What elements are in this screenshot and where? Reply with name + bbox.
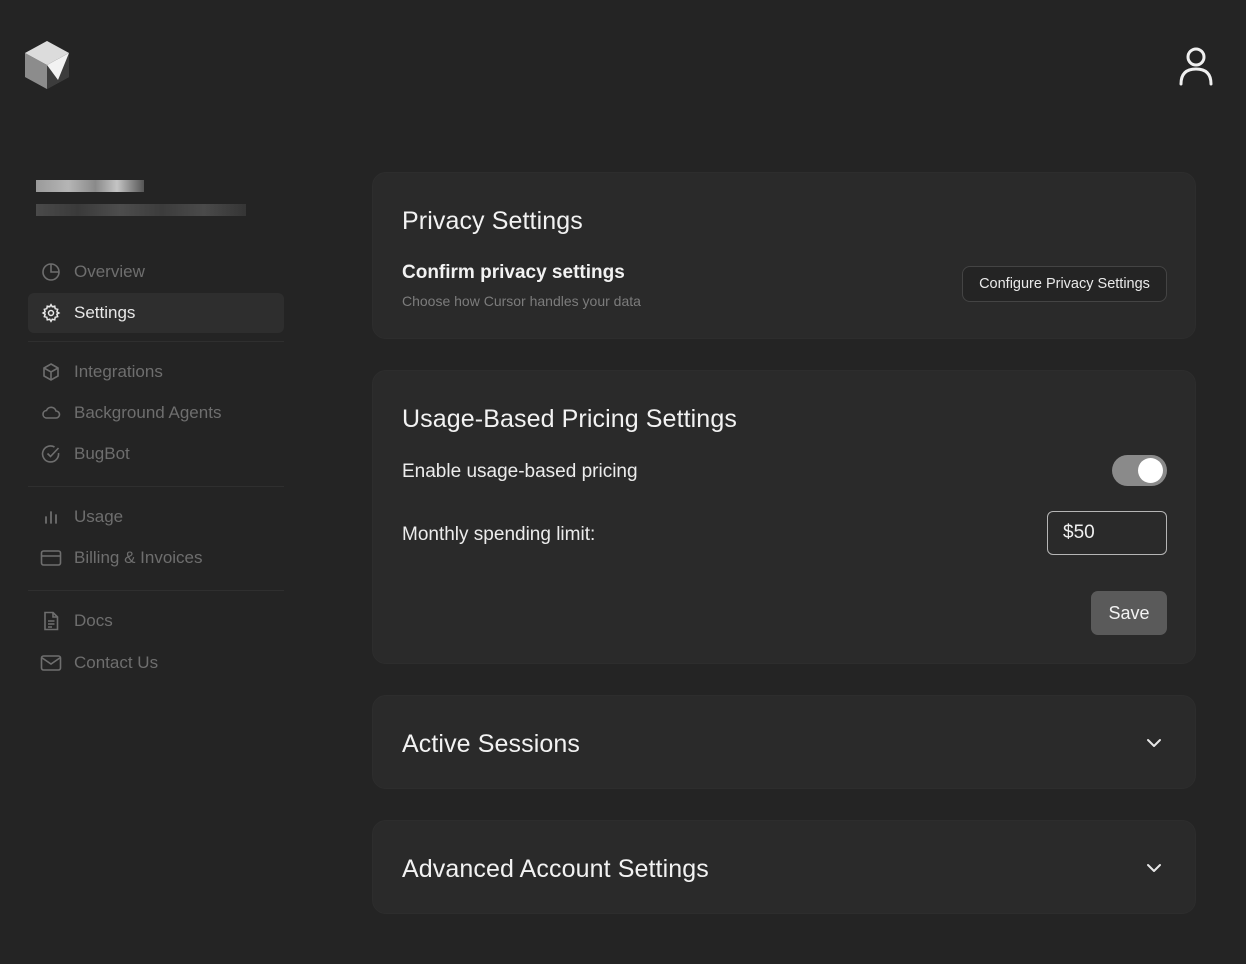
sidebar-item-label: Integrations [74, 362, 163, 381]
sidebar-item-settings[interactable]: Settings [28, 293, 284, 333]
sidebar-item-label: BugBot [74, 444, 130, 463]
sidebar-item-contact[interactable]: Contact Us [28, 643, 284, 683]
gear-icon [40, 302, 62, 324]
sidebar-item-integrations[interactable]: Integrations [28, 352, 284, 392]
sidebar-item-docs[interactable]: Docs [28, 601, 284, 641]
cloud-icon [40, 402, 62, 424]
box-icon [40, 361, 62, 383]
sidebar-item-label: Usage [74, 507, 124, 526]
configure-privacy-button[interactable]: Configure Privacy Settings [962, 266, 1167, 302]
privacy-description: Choose how Cursor handles your data [402, 293, 641, 309]
sidebar-item-label: Overview [74, 262, 145, 281]
spending-limit-input[interactable]: $50 [1047, 511, 1167, 555]
document-icon [40, 610, 62, 632]
privacy-settings-card: Privacy Settings Confirm privacy setting… [372, 172, 1196, 339]
sidebar-item-label: Background Agents [74, 403, 222, 422]
advanced-settings-card[interactable]: Advanced Account Settings [372, 820, 1196, 914]
usage-pricing-card: Usage-Based Pricing Settings Enable usag… [372, 370, 1196, 664]
bar-chart-icon [40, 506, 62, 528]
chevron-down-icon[interactable] [1144, 858, 1164, 878]
sidebar-item-background-agents[interactable]: Background Agents [28, 393, 284, 433]
section-title: Active Sessions [402, 730, 580, 758]
sidebar-item-usage[interactable]: Usage [28, 497, 284, 537]
user-info-redacted [28, 170, 284, 246]
toggle-knob [1138, 458, 1163, 483]
spending-limit-label: Monthly spending limit: [402, 524, 596, 545]
check-circle-icon [40, 443, 62, 465]
divider [28, 486, 284, 487]
usage-pricing-toggle[interactable] [1112, 455, 1167, 486]
user-icon[interactable] [1176, 44, 1216, 86]
sidebar-item-label: Billing & Invoices [74, 548, 203, 567]
sidebar-item-billing[interactable]: Billing & Invoices [28, 538, 284, 578]
section-title: Advanced Account Settings [402, 855, 709, 883]
usage-pricing-label: Enable usage-based pricing [402, 461, 638, 482]
divider [28, 590, 284, 591]
top-bar [0, 0, 1246, 130]
active-sessions-card[interactable]: Active Sessions [372, 695, 1196, 789]
chevron-down-icon[interactable] [1144, 733, 1164, 753]
sidebar-item-bugbot[interactable]: BugBot [28, 434, 284, 474]
cube-logo-icon[interactable] [24, 40, 70, 90]
divider [28, 341, 284, 342]
credit-card-icon [40, 547, 62, 569]
sidebar: Overview Settings Integrations Backgroun… [28, 170, 284, 683]
sidebar-item-label: Docs [74, 611, 113, 630]
pie-chart-icon [40, 261, 62, 283]
section-title: Usage-Based Pricing Settings [402, 405, 737, 433]
section-title: Privacy Settings [402, 207, 583, 235]
privacy-subtitle: Confirm privacy settings [402, 262, 625, 283]
sidebar-item-overview[interactable]: Overview [28, 252, 284, 292]
mail-icon [40, 652, 62, 674]
save-button[interactable]: Save [1091, 591, 1167, 635]
sidebar-item-label: Contact Us [74, 653, 159, 672]
sidebar-item-label: Settings [74, 303, 136, 322]
